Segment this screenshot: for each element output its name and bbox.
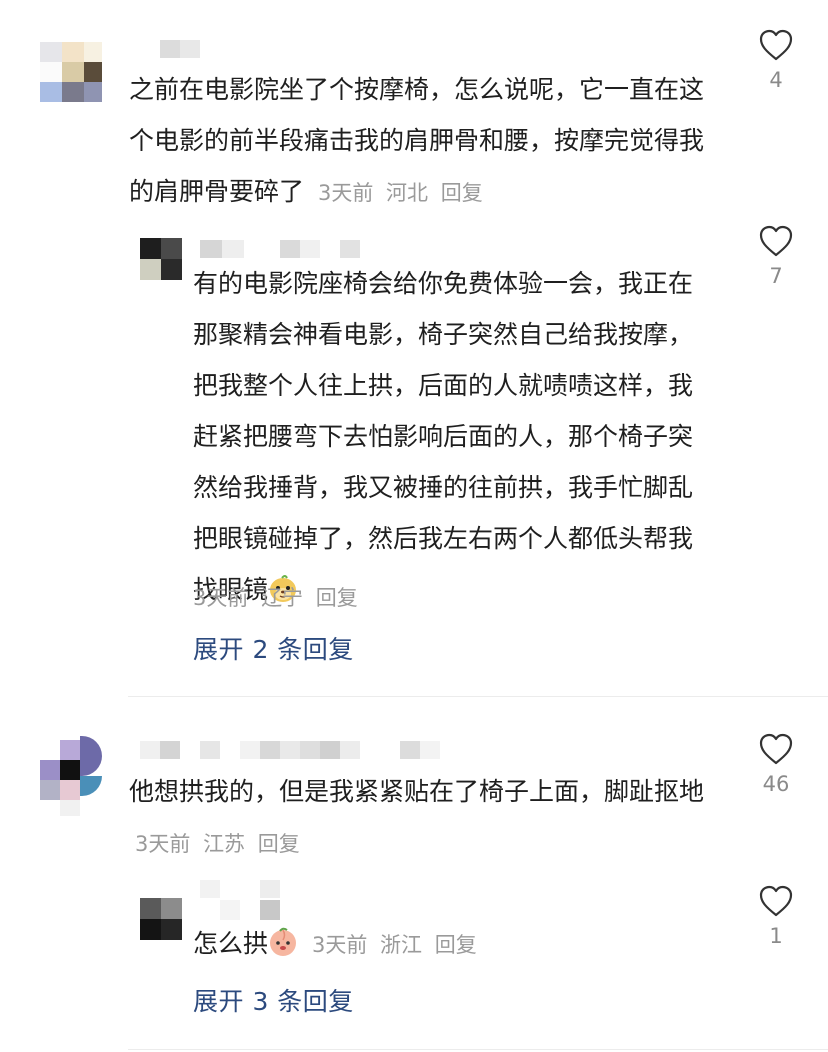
comment-time: 3天前: [317, 181, 374, 205]
reply-link[interactable]: 回复: [435, 933, 477, 957]
reply-text: 有的电影院座椅会给你免费体验一会，我正在那聚精会神看电影，椅子突然自己给我按摩，…: [193, 258, 711, 615]
reply-meta: 3天前 浙江 回复: [306, 933, 477, 957]
reply-body: 有的电影院座椅会给你免费体验一会，我正在那聚精会神看电影，椅子突然自己给我按摩，…: [193, 269, 694, 604]
comment-body: 他想拱我的，但是我紧紧贴在了椅子上面，脚趾抠地: [129, 777, 705, 806]
expand-replies-button[interactable]: 展开 2 条回复: [193, 630, 354, 666]
heart-icon: [759, 733, 793, 765]
comment-location: 江苏: [203, 832, 246, 856]
expand-replies-button[interactable]: 展开 3 条回复: [193, 982, 354, 1018]
divider: [128, 1049, 828, 1050]
reply-link[interactable]: 回复: [316, 586, 358, 610]
like-button[interactable]: 7: [752, 224, 800, 288]
like-button[interactable]: 46: [752, 732, 800, 796]
like-count: 7: [769, 264, 783, 288]
like-count: 4: [769, 68, 783, 92]
like-button[interactable]: 4: [752, 28, 800, 92]
reply-link[interactable]: 回复: [441, 181, 483, 205]
heart-icon: [759, 885, 793, 917]
reply-body: 怎么拱: [193, 929, 269, 958]
heart-icon: [759, 225, 793, 257]
like-count: 46: [762, 772, 790, 796]
heart-icon: [759, 29, 793, 61]
reply-location: 辽宁: [261, 586, 304, 610]
avatar[interactable]: [140, 898, 182, 940]
reply-meta: 3天前 辽宁 回复: [193, 582, 358, 612]
comment-text: 之前在电影院坐了个按摩椅，怎么说呢，它一直在这个电影的前半段痛击我的肩胛骨和腰，…: [129, 64, 719, 219]
username[interactable]: [160, 40, 200, 58]
reply-time: 3天前: [311, 933, 368, 957]
reply-text: 怎么拱 3天前 浙江 回复: [193, 918, 713, 971]
username[interactable]: [200, 240, 360, 258]
like-count: 1: [769, 924, 783, 948]
username[interactable]: [200, 880, 280, 920]
comment-time: 3天前: [135, 832, 191, 856]
peach-face-emoji: [270, 927, 297, 956]
avatar[interactable]: [40, 736, 104, 816]
comment-text: 他想拱我的，但是我紧紧贴在了椅子上面，脚趾抠地 3天前 江苏 回复: [129, 766, 719, 870]
username[interactable]: [140, 741, 440, 759]
avatar[interactable]: [140, 238, 182, 280]
like-button[interactable]: 1: [752, 884, 800, 948]
avatar[interactable]: [34, 36, 104, 102]
comment-meta: 3天前 江苏 回复: [129, 832, 300, 856]
comment-meta: 3天前 河北 回复: [312, 181, 483, 205]
reply-location: 浙江: [380, 933, 423, 957]
comment-location: 河北: [386, 181, 429, 205]
reply-link[interactable]: 回复: [258, 832, 300, 856]
reply-time: 3天前: [193, 586, 249, 610]
divider: [128, 696, 828, 697]
